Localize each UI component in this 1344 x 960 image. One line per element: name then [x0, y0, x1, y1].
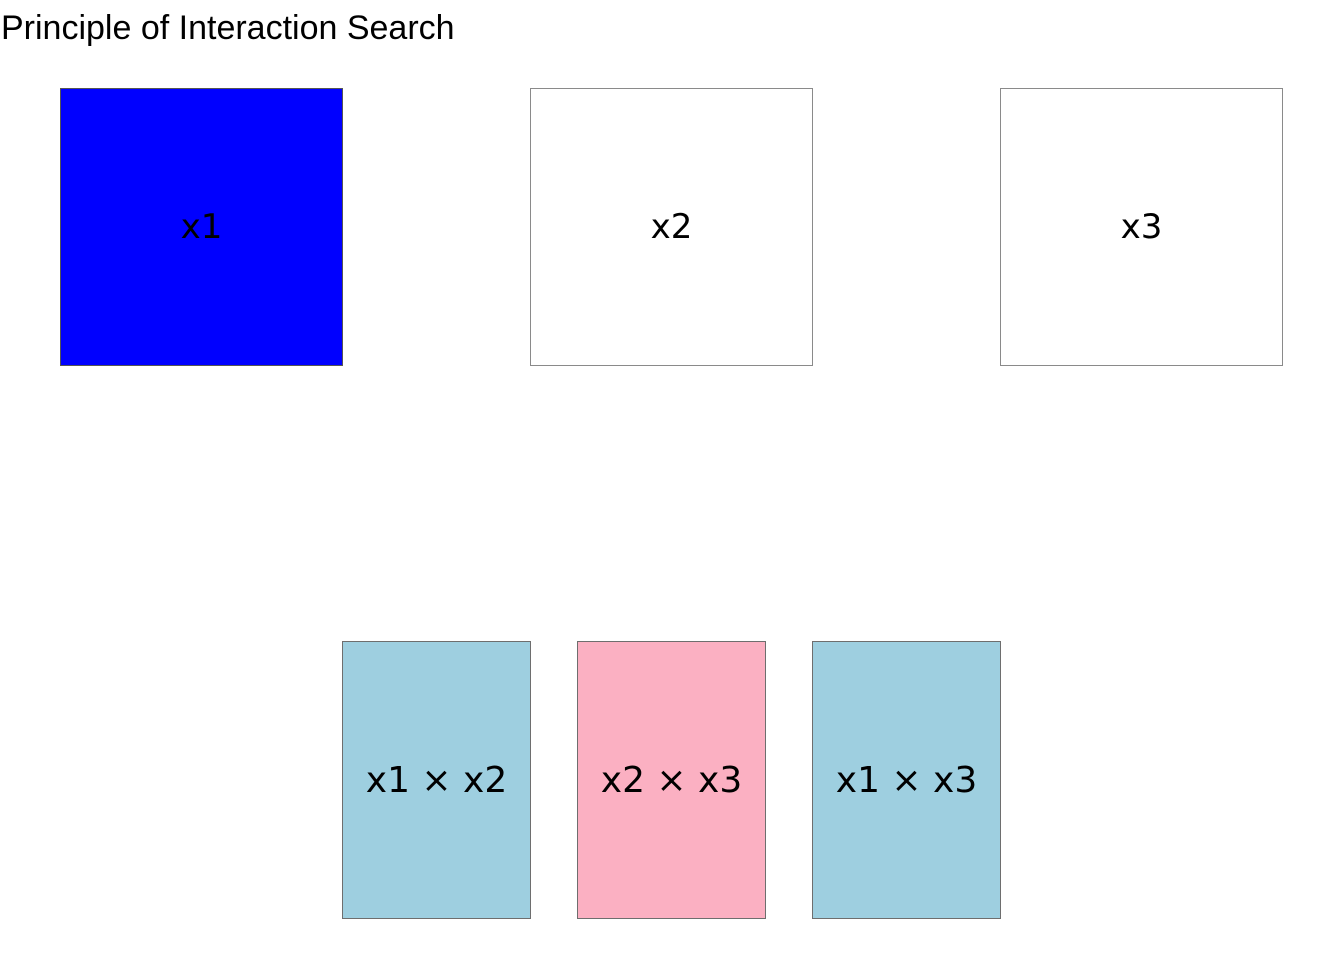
interaction-label-x1-x3: x1 × x3	[835, 759, 978, 801]
feature-label-x2: x2	[650, 207, 693, 247]
interaction-label-x2-x3: x2 × x3	[600, 759, 743, 801]
feature-box-x1: x1	[60, 88, 343, 366]
diagram-title: Principle of Interaction Search	[1, 9, 455, 47]
feature-box-x2: x2	[530, 88, 813, 366]
feature-label-x1: x1	[180, 207, 223, 247]
feature-label-x3: x3	[1120, 207, 1163, 247]
interaction-box-x2-x3: x2 × x3	[577, 641, 766, 919]
feature-box-x3: x3	[1000, 88, 1283, 366]
interaction-box-x1-x3: x1 × x3	[812, 641, 1001, 919]
interaction-label-x1-x2: x1 × x2	[365, 759, 508, 801]
interaction-box-x1-x2: x1 × x2	[342, 641, 531, 919]
